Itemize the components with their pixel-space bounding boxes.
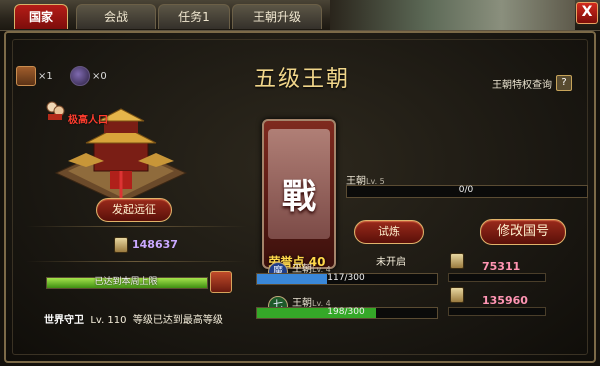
privilege-query[interactable]: 王朝特权查询 ?: [492, 75, 572, 91]
item-slot-bag[interactable]: ×0: [70, 66, 107, 86]
trial-button[interactable]: 试炼: [354, 220, 424, 244]
divider: [26, 261, 246, 262]
faction-1-slim-bar: [448, 273, 546, 282]
token-icon: [114, 237, 128, 253]
item-count: ×1: [38, 70, 53, 82]
population-label: 极高人口: [68, 115, 108, 126]
population-icon: [46, 101, 65, 120]
not-open-text: 未开启: [376, 257, 406, 268]
war-banner: 戰: [262, 119, 336, 269]
world-guard-line: 世界守卫 Lv. 110 等级已达到最高等级: [44, 311, 223, 326]
faction-2-progress-text: 198/300: [327, 307, 365, 317]
tab-battle[interactable]: 会战: [76, 4, 156, 29]
close-button[interactable]: X: [576, 2, 598, 24]
chest-icon[interactable]: [210, 271, 232, 293]
faction-1-value: 75311: [482, 260, 521, 273]
guard-level: Lv. 110: [90, 315, 127, 326]
token-icon: [450, 253, 464, 269]
token-icon: [450, 287, 464, 303]
tab-quest[interactable]: 任务1: [158, 4, 230, 29]
background-scenery: [330, 0, 575, 30]
dynasty-progress-text: 0/0: [458, 185, 474, 195]
faction-2-slim-bar: [448, 307, 546, 316]
tomb-icon: [16, 66, 36, 86]
guard-name: 世界守卫: [44, 315, 84, 326]
rename-country-button[interactable]: 修改国号: [480, 219, 566, 245]
main-panel: 五级王朝 ×1 ×0 王朝特权查询 ? 极高人口 发起远征 148637 已达到…: [4, 31, 596, 363]
banner-panel: 戰: [268, 129, 330, 239]
tab-country[interactable]: 国家: [14, 4, 68, 29]
privilege-label: 王朝特权查询: [492, 79, 552, 91]
help-icon[interactable]: ?: [556, 75, 572, 91]
divider: [26, 226, 246, 227]
launch-expedition-button[interactable]: 发起远征: [96, 198, 172, 222]
war-character: 戰: [282, 177, 316, 217]
tab-bar: 国家 会战 任务1 王朝升级 X: [0, 0, 600, 31]
weekly-limit-text: 已达到本周上限: [94, 277, 158, 287]
faction-1-progress-text: 117/300: [327, 273, 365, 283]
faction-2-value: 135960: [482, 294, 528, 307]
guard-desc: 等级已达到最高等级: [132, 315, 223, 326]
tab-dynasty-upgrade[interactable]: 王朝升级: [232, 4, 322, 29]
item-slot-tomb[interactable]: ×1: [16, 66, 53, 86]
left-value: 148637: [132, 238, 178, 251]
bag-icon: [70, 66, 90, 86]
dynasty-window: 国家 会战 任务1 王朝升级 X 五级王朝 ×1 ×0 王朝特权查询 ? 极高人…: [0, 0, 600, 366]
item-count: ×0: [92, 70, 107, 82]
